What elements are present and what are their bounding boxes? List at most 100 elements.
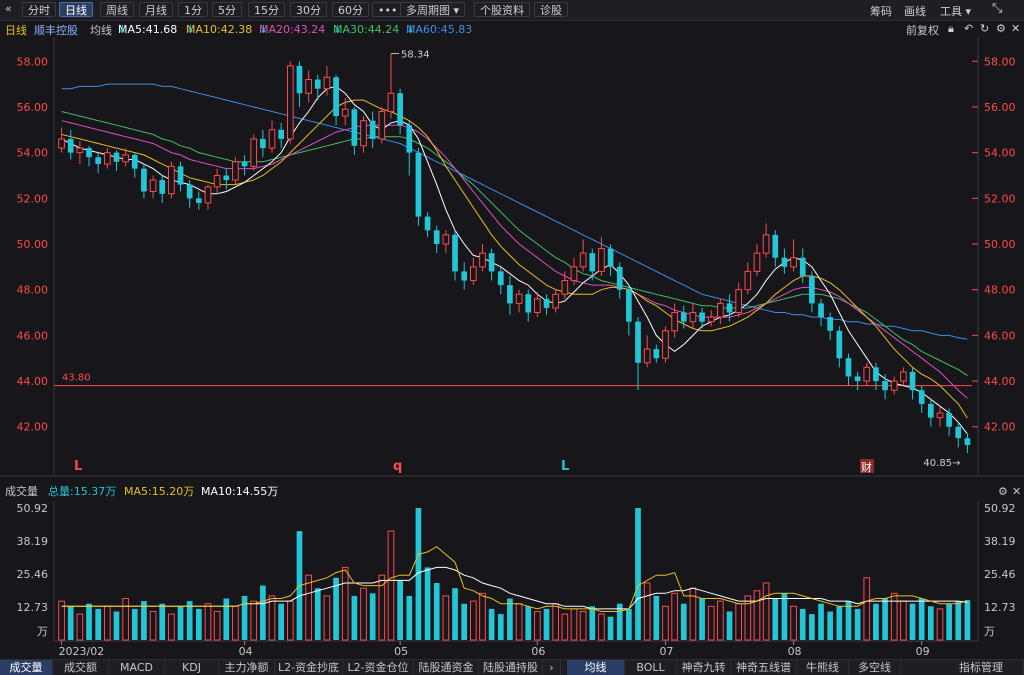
volume-close-icon[interactable]: ✕ (1012, 485, 1021, 498)
volume-bar (827, 611, 834, 640)
candle-body (589, 253, 596, 272)
volume-bar (818, 603, 824, 640)
candle-body (561, 280, 569, 295)
marker-l1[interactable]: L (74, 459, 82, 474)
marker-q[interactable]: q (393, 459, 402, 474)
marker-l2[interactable]: L (561, 459, 569, 474)
price-tick-left: 52.00 (17, 192, 49, 205)
volume-bar (927, 606, 934, 640)
volume-bar (900, 600, 907, 641)
period-tab-monthly[interactable]: 月线 (139, 2, 173, 17)
period-tab-60min[interactable]: 60分 (332, 2, 369, 17)
volume-bar (680, 603, 687, 640)
candle-body (543, 298, 550, 308)
candle-body (717, 302, 724, 318)
tab-volume[interactable]: 成交量 (0, 660, 53, 675)
tab-bull-bear[interactable]: 牛熊线 (797, 660, 849, 675)
tab-main-net[interactable]: 主力净额 (219, 660, 275, 675)
volume-bar (552, 603, 560, 641)
volume-total: 总量:15.37万 (48, 484, 116, 498)
stock-profile-button[interactable]: 个股资料 (474, 2, 530, 17)
volume-bar (543, 608, 550, 640)
kline-chart[interactable]: 58.00 56.00 54.00 52.00 50.00 48.00 46.00 44.00… (0, 21, 1024, 659)
chip-button[interactable]: 筹码 (870, 3, 892, 19)
volume-bar (58, 600, 65, 641)
candle-body (95, 157, 102, 165)
more-periods-button[interactable]: ••• (372, 2, 404, 17)
candle-body (314, 79, 321, 89)
tab-l2-position[interactable]: L2-资金仓位 (343, 660, 414, 675)
volume-bar (653, 595, 660, 640)
tab-hk-holdings[interactable]: 陆股通持股 (479, 660, 543, 675)
volume-bar (76, 613, 84, 641)
volume-bar (177, 606, 184, 640)
candle-body (900, 371, 907, 382)
volume-bar (488, 608, 495, 640)
tab-l2-bottom[interactable]: L2-资金抄底 (275, 660, 343, 675)
date-label: 04 (239, 645, 253, 658)
ma10-line (61, 99, 968, 419)
tab-macd[interactable]: MACD (109, 660, 165, 675)
volume-bar (159, 603, 166, 640)
tab-magic-five[interactable]: 神奇五线谱 (731, 660, 797, 675)
volume-bar (131, 608, 138, 640)
volume-bar (305, 574, 312, 641)
tab-hk-funds[interactable]: 陆股通资金 (414, 660, 479, 675)
tools-button[interactable]: 工具 ▾ (940, 3, 971, 19)
volume-title: 成交量 (5, 484, 38, 498)
candle-body (103, 152, 111, 165)
candle-body (305, 79, 312, 94)
period-tab-15min[interactable]: 15分 (248, 2, 285, 17)
period-tab-fenshi[interactable]: 分时 (22, 2, 56, 17)
tab-ma[interactable]: 均线 (567, 660, 625, 675)
candle-body (333, 77, 339, 117)
volume-bar (86, 603, 92, 640)
period-tab-weekly[interactable]: 周线 (100, 2, 134, 17)
volume-bar (360, 587, 367, 641)
candle-body (479, 252, 486, 268)
volume-bar (397, 580, 403, 640)
candle-body (781, 257, 788, 267)
volume-bar (854, 608, 861, 640)
candle-body (232, 161, 239, 181)
tab-boll[interactable]: BOLL (625, 660, 677, 675)
volume-bar (67, 606, 74, 640)
price-tick-right: 48.00 (984, 284, 1016, 297)
volume-settings-icon[interactable]: ⚙ (998, 485, 1008, 498)
back-icon[interactable]: « (5, 2, 12, 15)
candle-body (525, 294, 532, 313)
expand-icon[interactable]: ⤡ (992, 1, 1002, 16)
date-axis: 2023/02 04 05 06 07 08 09 (59, 641, 930, 658)
price-tick-right: 54.00 (984, 147, 1016, 160)
tab-long-short[interactable]: 多空线 (849, 660, 901, 675)
period-tab-5min[interactable]: 5分 (212, 2, 242, 17)
period-tab-30min[interactable]: 30分 (290, 2, 327, 17)
volume-bar (314, 588, 321, 640)
diagnose-button[interactable]: 诊股 (534, 2, 568, 17)
candle-body (86, 148, 92, 158)
tab-magic-nine[interactable]: 神奇九转 (677, 660, 731, 675)
ma60-line (61, 83, 968, 340)
candle-body (469, 266, 477, 282)
tabs-next-icon[interactable]: › (543, 660, 561, 675)
period-tab-1min[interactable]: 1分 (178, 2, 208, 17)
tab-kdj[interactable]: KDJ (165, 660, 219, 675)
finance-badge-label: 财 (861, 460, 872, 474)
candle-body (626, 289, 632, 322)
volume-bar (890, 592, 898, 641)
period-tab-daily[interactable]: 日线 (59, 2, 93, 17)
multi-period-button[interactable]: 多周期图 ▾ (400, 2, 466, 17)
candle-body (149, 179, 157, 192)
candle-body (442, 234, 450, 245)
tab-indicator-manage[interactable]: 指标管理 (939, 660, 1024, 675)
draw-line-button[interactable]: 画线 (904, 3, 926, 19)
volume-bar (369, 593, 376, 640)
volume-bar (525, 606, 532, 640)
volume-bar (168, 613, 175, 641)
candle-body (534, 298, 541, 314)
vol_ma10-line (61, 566, 968, 610)
ma30-line (61, 111, 968, 377)
candle-body (341, 108, 349, 117)
tab-turnover[interactable]: 成交额 (53, 660, 109, 675)
volume-bar (873, 603, 879, 640)
